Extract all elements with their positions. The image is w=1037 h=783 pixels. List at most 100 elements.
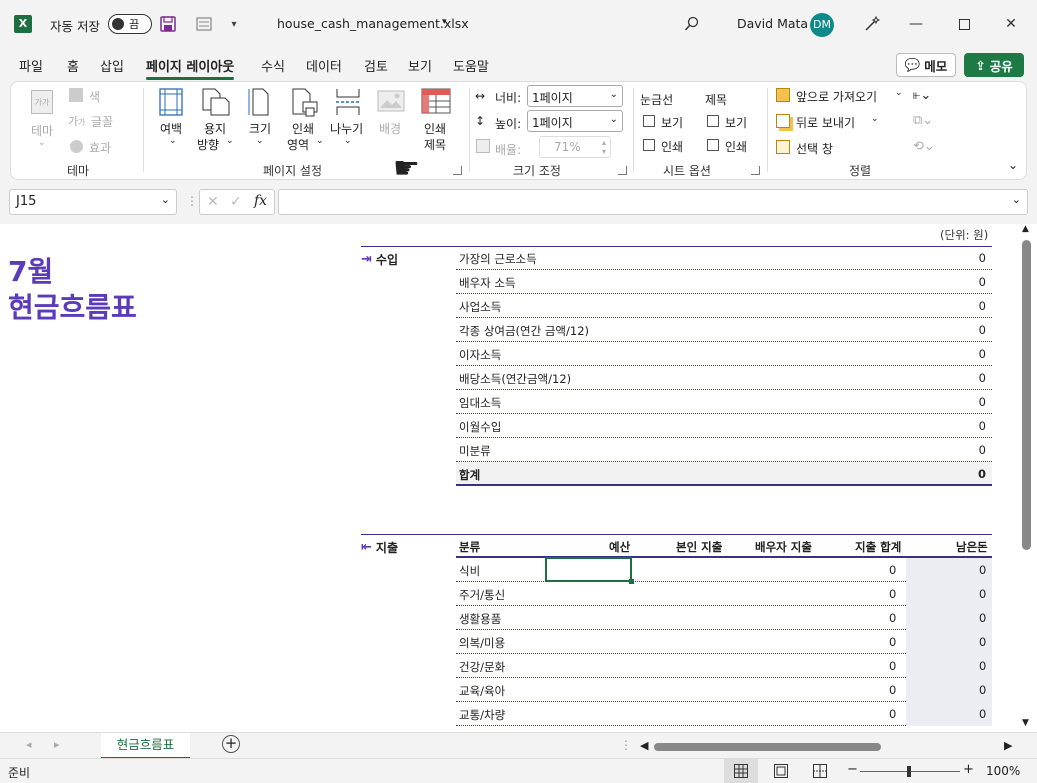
effects-button[interactable]: 효과 [89, 139, 111, 156]
chevron-down-icon[interactable]: ⌄ [161, 193, 170, 206]
maximize-icon[interactable] [952, 12, 976, 36]
size-button[interactable]: 크기 [249, 120, 271, 137]
print-titles-label-2[interactable]: 제목 [424, 136, 446, 153]
tab-data[interactable]: 데이터 [306, 56, 342, 75]
fonts-button[interactable]: 글꼴 [91, 113, 113, 130]
cancel-icon[interactable]: ✕ [207, 194, 219, 210]
formula-input[interactable]: ⌄ [278, 189, 1028, 215]
tab-insert[interactable]: 삽입 [100, 56, 124, 75]
orientation-label-1[interactable]: 용지 [204, 120, 226, 137]
filename-dropdown-icon[interactable]: ▾ [442, 17, 447, 27]
table-row[interactable]: 배당소득(연간금액/12) 0 [456, 366, 992, 390]
tab-page-layout[interactable]: 페이지 레이아웃 [146, 56, 235, 80]
table-row[interactable]: 각종 상여금(연간 금액/12) 0 [456, 318, 992, 342]
gridlines-view-checkbox[interactable] [643, 115, 655, 127]
prev-sheet-icon[interactable]: ◂ [26, 738, 32, 751]
rotate-icon[interactable]: ⟲⌄ [913, 139, 935, 154]
table-row[interactable]: 생활용품 0 0 [456, 606, 992, 630]
table-row[interactable]: 의복/미용 0 0 [456, 630, 992, 654]
tab-file[interactable]: 파일 [19, 56, 43, 75]
avatar[interactable]: DM [810, 13, 834, 37]
zoom-in-icon[interactable]: + [963, 762, 974, 777]
send-backward-button[interactable]: 뒤로 보내기 [796, 114, 855, 131]
scroll-up-icon[interactable]: ▲ [1022, 224, 1029, 234]
tab-formulas[interactable]: 수식 [261, 56, 285, 75]
table-row[interactable]: 주거/통신 0 0 [456, 582, 992, 606]
table-row[interactable]: 식비 0 0 [456, 558, 992, 582]
scroll-down-icon[interactable]: ▼ [1022, 718, 1029, 728]
selection-pane-button[interactable]: 선택 창 [796, 140, 833, 157]
bring-forward-button[interactable]: 앞으로 가져오기 [796, 88, 877, 105]
send-backward-dropdown-icon[interactable]: ⌄ [871, 114, 879, 124]
zoom-level[interactable]: 100% [986, 764, 1020, 778]
selected-cell[interactable] [545, 557, 634, 584]
search-icon[interactable] [682, 14, 702, 34]
tab-help[interactable]: 도움말 [453, 56, 489, 75]
scale-launcher-icon[interactable] [618, 166, 627, 175]
bring-forward-dropdown-icon[interactable]: ⌄ [895, 88, 903, 98]
themes-button[interactable]: 테마 [31, 122, 53, 139]
table-row[interactable]: 교육/육아 0 0 [456, 678, 992, 702]
table-row[interactable]: 이월수입 0 [456, 414, 992, 438]
enter-icon[interactable]: ✓ [230, 194, 242, 210]
tab-home[interactable]: 홈 [67, 56, 79, 75]
autosave-toggle[interactable]: 끔 [108, 14, 152, 34]
collapse-ribbon-icon[interactable]: ⌄ [1008, 158, 1018, 172]
wand-icon[interactable] [862, 14, 882, 34]
save-icon[interactable] [158, 14, 178, 34]
headings-view-checkbox[interactable] [707, 115, 719, 127]
file-name[interactable]: house_cash_management.xlsx [277, 16, 469, 31]
worksheet[interactable]: 7월 현금흐름표 (단위: 원) ⇥ 수입 가장의 근로소득 0 배우자 소득 0 … [0, 224, 1018, 732]
tab-view[interactable]: 보기 [408, 56, 432, 75]
table-row[interactable]: 미분류 0 [456, 438, 992, 462]
headings-print-checkbox[interactable] [707, 139, 719, 151]
orientation-label-2[interactable]: 방향 [197, 136, 219, 153]
memo-button[interactable]: 💬 메모 [896, 53, 956, 77]
income-total-row[interactable]: 합계 0 [456, 462, 992, 486]
table-row[interactable]: 건강/문화 0 0 [456, 654, 992, 678]
page-layout-view-button[interactable] [774, 764, 788, 781]
print-area-label-2[interactable]: 영역 [287, 136, 309, 153]
gridlines-print-checkbox[interactable] [643, 139, 655, 151]
scroll-right-icon[interactable]: ▶ [1004, 739, 1012, 752]
scale-spinner[interactable]: 71% ▴ ▾ [539, 136, 611, 158]
height-select[interactable]: 1페이지 ⌄ [527, 110, 623, 132]
margins-button[interactable]: 여백 [160, 120, 182, 137]
table-row[interactable]: 교통/차량 0 0 [456, 702, 992, 726]
minimize-icon[interactable]: — [904, 12, 928, 36]
normal-view-button[interactable] [724, 759, 758, 783]
sheet-options-launcher-icon[interactable] [751, 166, 760, 175]
page-break-view-button[interactable] [813, 764, 827, 781]
group-icon[interactable]: ⧉⌄ [913, 113, 933, 128]
sheet-tab[interactable]: 현금흐름표 [101, 733, 190, 759]
zoom-out-icon[interactable]: − [847, 762, 858, 777]
tab-review[interactable]: 검토 [364, 56, 388, 75]
width-select[interactable]: 1페이지 ⌄ [527, 85, 623, 107]
breaks-button[interactable]: 나누기 [330, 120, 363, 137]
share-button[interactable]: ⇪ 공유 [964, 53, 1024, 77]
table-row[interactable]: 사업소득 0 [456, 294, 992, 318]
insert-function-icon[interactable]: fx [254, 193, 267, 209]
expand-formula-icon[interactable]: ⌄ [1012, 193, 1021, 206]
table-row[interactable]: 임대소득 0 [456, 390, 992, 414]
print-titles-label-1[interactable]: 인쇄 [424, 120, 446, 137]
form-icon[interactable] [194, 14, 214, 34]
page-setup-launcher-icon[interactable] [453, 166, 462, 175]
name-box[interactable]: J15 ⌄ [9, 189, 177, 215]
scroll-left-icon[interactable]: ◀ [640, 739, 648, 752]
background-button[interactable]: 배경 [379, 120, 401, 137]
table-row[interactable]: 가장의 근로소득 0 [456, 246, 992, 270]
colors-button[interactable]: 색 [89, 88, 100, 105]
print-area-label-1[interactable]: 인쇄 [292, 120, 314, 137]
scrollbar-thumb[interactable] [1022, 240, 1031, 550]
close-icon[interactable]: ✕ [999, 12, 1023, 36]
horizontal-scrollbar-thumb[interactable] [654, 743, 881, 751]
vertical-scrollbar[interactable]: ▲ ▼ [1018, 224, 1037, 732]
align-icon[interactable]: ⫦⌄ [913, 88, 931, 103]
add-sheet-icon[interactable]: + [222, 735, 240, 753]
zoom-slider-handle[interactable] [907, 766, 911, 777]
next-sheet-icon[interactable]: ▸ [54, 738, 60, 751]
customize-toolbar-icon[interactable]: ▾ [224, 14, 244, 34]
table-row[interactable]: 배우자 소득 0 [456, 270, 992, 294]
table-row[interactable]: 이자소득 0 [456, 342, 992, 366]
